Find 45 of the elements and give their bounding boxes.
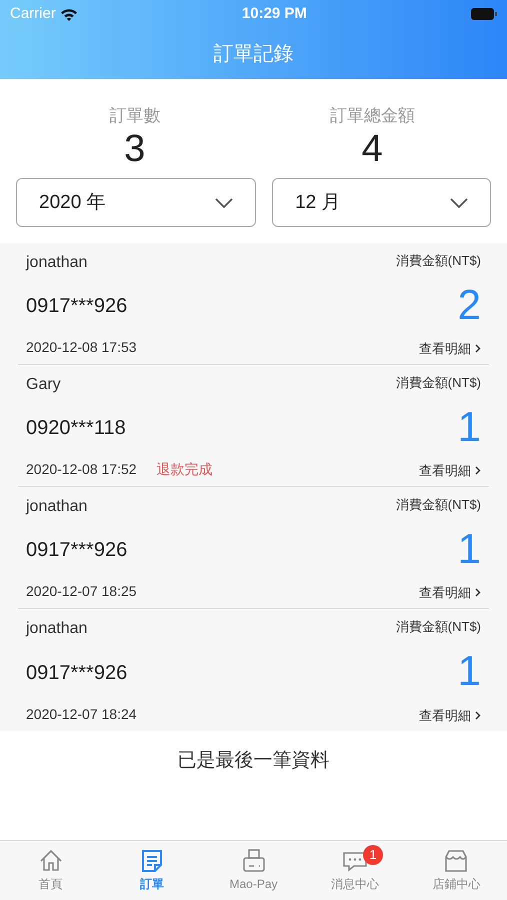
dropdown[interactable]: 2020 年	[16, 178, 256, 228]
amount-label: 消費金額(NT$)	[396, 374, 481, 392]
chevron-right-icon	[475, 344, 481, 354]
refund-status: 退款完成	[156, 460, 213, 480]
end-of-list-note: 已是最後一筆資料	[178, 750, 330, 772]
order-time: 2020-12-07 18:24	[26, 705, 137, 724]
chevron-right-icon	[475, 466, 481, 476]
page-title: 訂單記錄	[214, 42, 294, 66]
customer-name: jonathan	[26, 619, 88, 640]
notification-badge: 1	[363, 845, 384, 865]
chevron-down-icon	[215, 198, 234, 208]
view-details-link[interactable]: 查看明細	[419, 582, 481, 602]
chevron-right-icon	[475, 588, 481, 598]
customer-name: jonathan	[26, 497, 88, 518]
amount-value: 1	[458, 650, 481, 692]
phone-number: 0917***926	[26, 660, 128, 686]
amount-label: 消費金額(NT$)	[396, 252, 481, 270]
order-time: 2020-12-08 17:53	[26, 338, 137, 358]
view-details-link[interactable]: 查看明細	[419, 706, 481, 726]
amount-value: 1	[458, 406, 481, 448]
phone-number: 0917***926	[26, 294, 128, 320]
tab-item[interactable]: 消息中心 1	[304, 841, 406, 900]
view-details-link[interactable]: 查看明細	[419, 460, 481, 480]
battery-icon	[470, 8, 497, 20]
wifi-icon	[60, 8, 78, 20]
amount-value: 1	[458, 528, 481, 570]
phone-number: 0920***118	[26, 416, 127, 442]
customer-name: Gary	[26, 375, 62, 396]
phone-number: 0917***926	[26, 538, 128, 564]
stat-label: 訂單數	[109, 105, 160, 127]
order-time: 2020-12-08 17:52	[26, 460, 137, 480]
dropdown[interactable]: 12 月	[272, 178, 491, 228]
clock: 10:29 PM	[242, 4, 307, 24]
view-details-link[interactable]: 查看明細	[419, 338, 481, 358]
customer-name: jonathan	[26, 253, 88, 274]
stat-label: 訂單總金額	[330, 105, 415, 127]
stat-value: 4	[362, 128, 383, 170]
amount-label: 消費金額(NT$)	[396, 496, 481, 514]
carrier-label: Carrier	[10, 4, 56, 24]
order-time: 2020-12-07 18:25	[26, 582, 137, 602]
chevron-right-icon	[475, 711, 481, 720]
chevron-down-icon	[450, 198, 468, 208]
stat-value: 3	[124, 128, 146, 170]
amount-value: 2	[458, 284, 481, 326]
amount-label: 消費金額(NT$)	[396, 618, 481, 636]
